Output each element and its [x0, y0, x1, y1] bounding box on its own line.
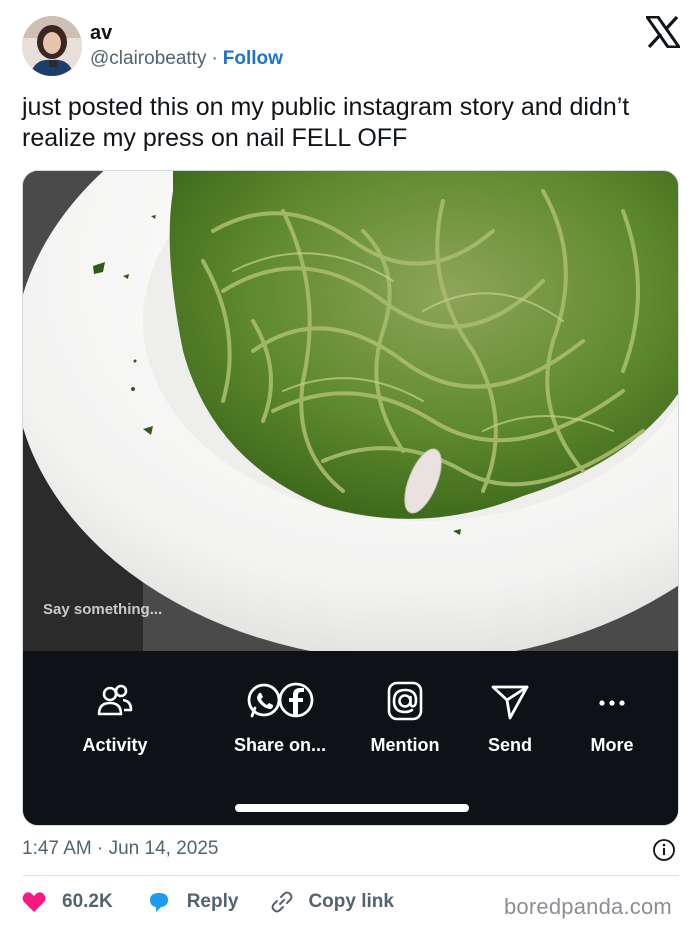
link-chain-icon [271, 891, 293, 913]
author-handle[interactable]: @clairobeatty [90, 48, 206, 69]
story-message-input[interactable]: Say something... [43, 601, 162, 618]
tweet-media[interactable]: Say something... Activity Share on... Me… [22, 170, 679, 826]
heart-icon [22, 892, 46, 912]
watermark: boredpanda.com [504, 894, 672, 919]
whatsapp-facebook-icon [247, 682, 314, 718]
copy-link-button[interactable]: Copy link [270, 890, 394, 914]
avatar-image [22, 16, 82, 76]
tweet-actions: 60.2K Reply Copy link [22, 888, 394, 916]
mention-label: Mention [370, 735, 440, 755]
author-name[interactable]: av [90, 22, 112, 45]
tweet-text: just posted this on my public instagram … [22, 93, 630, 152]
more-label: More [590, 735, 634, 755]
send-paper-plane-icon [491, 685, 529, 720]
story-share-panel: Activity Share on... Mention Send More [23, 651, 678, 825]
author-handle-row: @clairobeatty · Follow [90, 48, 283, 70]
reply-bubble-icon [149, 893, 168, 912]
follow-button[interactable]: Follow [223, 48, 283, 69]
activity-button[interactable]: Activity [55, 681, 175, 756]
share-on-button[interactable]: Share on... [220, 681, 340, 756]
activity-label: Activity [82, 735, 148, 755]
copy-link-label: Copy link [308, 891, 394, 912]
separator: · [211, 48, 218, 69]
activity-people-icon [97, 684, 133, 716]
tweet-timestamp[interactable]: 1:47 AM · Jun 14, 2025 [22, 838, 218, 860]
home-indicator-bar [235, 804, 469, 812]
more-dots-icon [599, 700, 625, 706]
info-icon[interactable] [652, 838, 676, 862]
x-logo-icon[interactable] [646, 16, 680, 48]
pasta-photo [23, 171, 678, 651]
avatar[interactable] [22, 16, 82, 76]
like-button[interactable]: 60.2K [22, 891, 113, 913]
reply-label: Reply [186, 891, 239, 912]
like-count: 60.2K [62, 891, 113, 912]
at-mention-icon [387, 681, 423, 721]
mention-button[interactable]: Mention [345, 681, 465, 756]
share-on-label: Share on... [233, 735, 327, 755]
more-button[interactable]: More [552, 681, 672, 756]
footer-divider [22, 875, 679, 876]
tweet-card: av @clairobeatty · Follow just posted this… [0, 0, 700, 929]
reply-button[interactable]: Reply [147, 890, 239, 914]
